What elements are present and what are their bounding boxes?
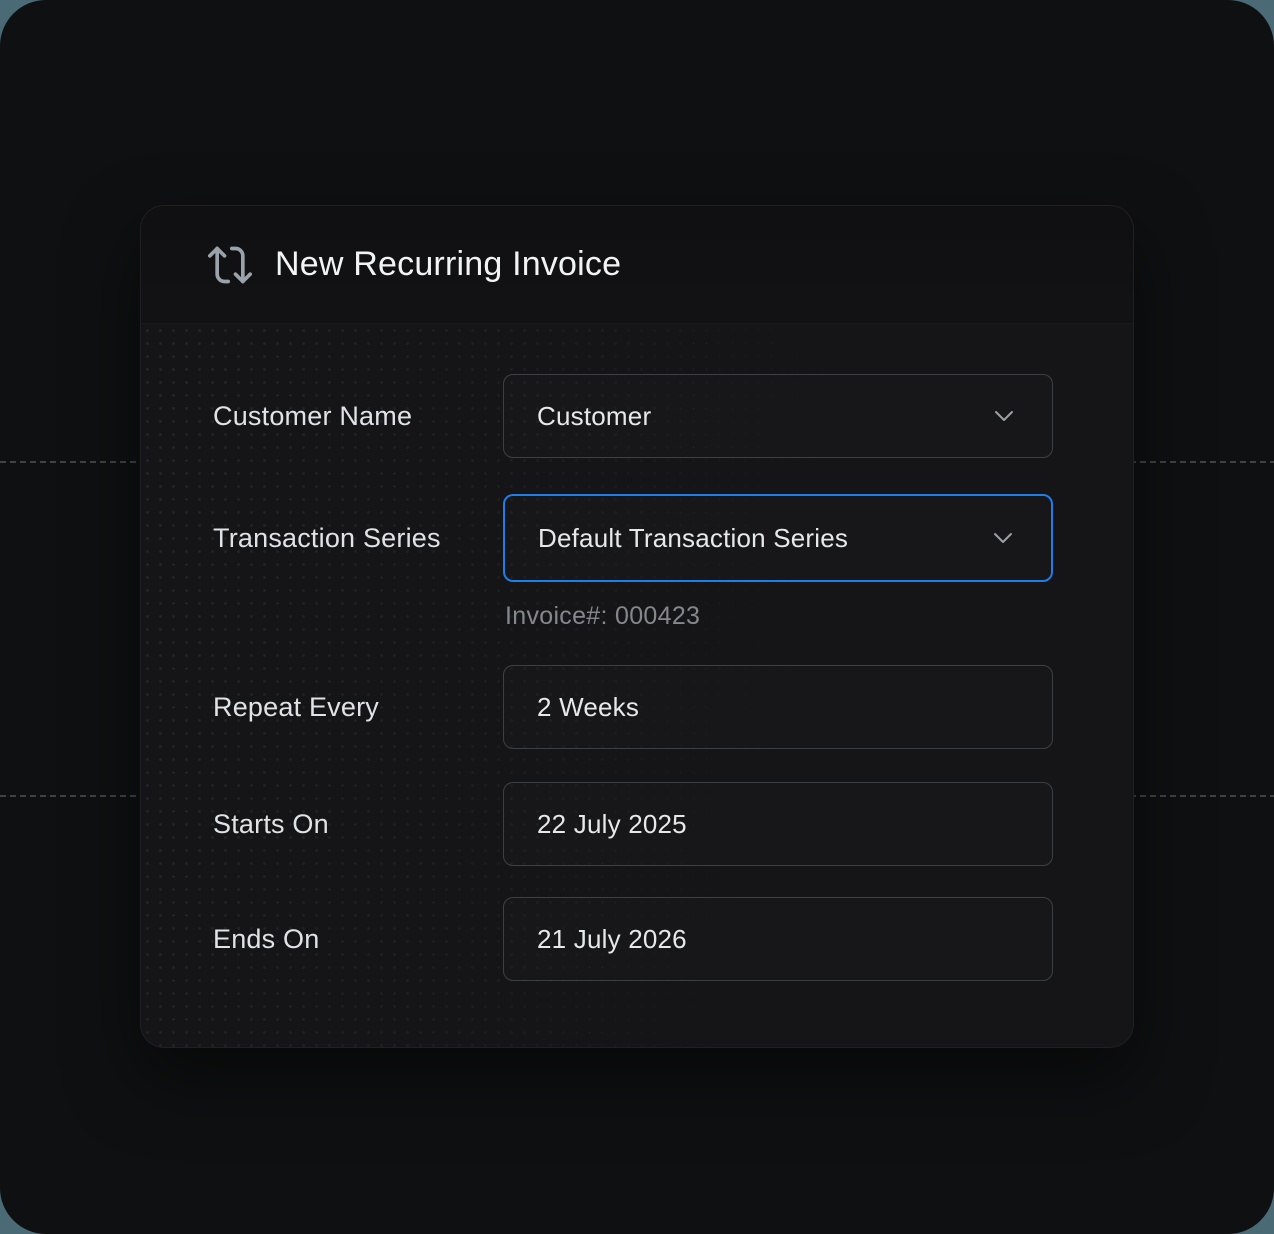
- customer-name-label: Customer Name: [213, 401, 503, 432]
- transaction-series-value: Default Transaction Series: [538, 523, 848, 554]
- customer-name-row: Customer Name Customer: [213, 374, 1053, 458]
- transaction-series-row: Transaction Series Default Transaction S…: [213, 494, 1053, 582]
- chevron-down-icon: [993, 532, 1013, 544]
- repeat-icon: [207, 243, 253, 287]
- ends-on-row: Ends On 21 July 2026: [213, 897, 1053, 981]
- starts-on-value: 22 July 2025: [537, 809, 687, 840]
- helper-spacer: [213, 602, 503, 631]
- ends-on-date-input[interactable]: 21 July 2026: [503, 897, 1053, 981]
- ends-on-label: Ends On: [213, 924, 503, 955]
- modal-body: Customer Name Customer Transaction Serie…: [141, 324, 1133, 981]
- customer-name-value: Customer: [537, 401, 651, 432]
- starts-on-date-input[interactable]: 22 July 2025: [503, 782, 1053, 866]
- transaction-series-label: Transaction Series: [213, 523, 503, 554]
- modal-header: New Recurring Invoice: [141, 206, 1133, 324]
- starts-on-label: Starts On: [213, 809, 503, 840]
- screen-canvas: New Recurring Invoice Customer Name Cust…: [0, 0, 1274, 1234]
- customer-name-select[interactable]: Customer: [503, 374, 1053, 458]
- chevron-down-icon: [994, 410, 1014, 422]
- starts-on-row: Starts On 22 July 2025: [213, 782, 1053, 866]
- recurring-invoice-form: Customer Name Customer Transaction Serie…: [213, 374, 1053, 981]
- repeat-every-row: Repeat Every 2 Weeks: [213, 665, 1053, 749]
- repeat-every-input[interactable]: 2 Weeks: [503, 665, 1053, 749]
- repeat-every-label: Repeat Every: [213, 692, 503, 723]
- ends-on-value: 21 July 2026: [537, 924, 687, 955]
- transaction-series-select[interactable]: Default Transaction Series: [503, 494, 1053, 582]
- new-recurring-invoice-modal: New Recurring Invoice Customer Name Cust…: [140, 205, 1134, 1048]
- modal-title: New Recurring Invoice: [275, 245, 621, 284]
- repeat-every-value: 2 Weeks: [537, 692, 639, 723]
- invoice-number-helper: Invoice#: 000423: [503, 602, 700, 631]
- invoice-number-helper-row: Invoice#: 000423: [213, 602, 1053, 631]
